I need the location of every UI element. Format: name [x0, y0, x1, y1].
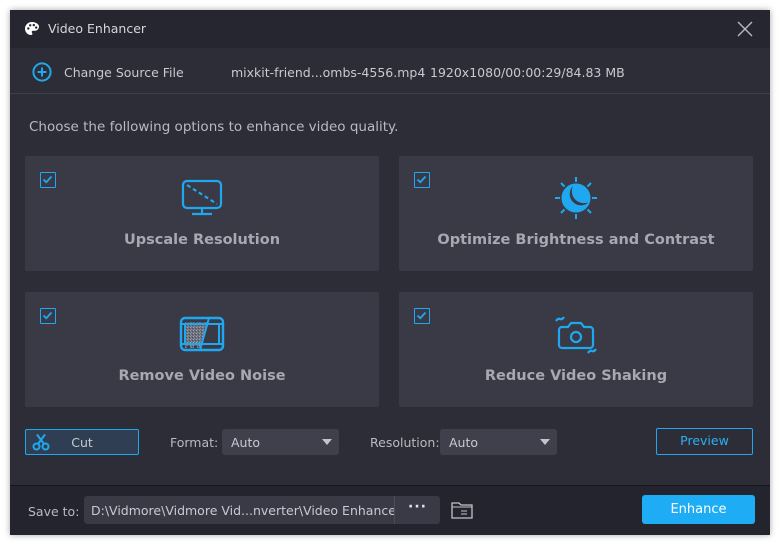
option-label: Optimize Brightness and Contrast [437, 232, 715, 248]
instruction-text: Choose the following options to enhance … [29, 119, 399, 135]
resolution-label: Resolution: [370, 435, 440, 450]
upscale-resolution-checkbox[interactable] [40, 172, 56, 188]
title-bar: Video Enhancer [10, 10, 770, 48]
chevron-down-icon [540, 439, 550, 445]
option-label: Reduce Video Shaking [484, 368, 668, 384]
preview-button[interactable]: Preview [656, 428, 753, 455]
change-source-file-button[interactable]: Change Source File [64, 65, 184, 80]
bottom-bar: Save to: D:\Vidmore\Vidmore Vid...nverte… [10, 485, 770, 535]
save-path-field[interactable]: D:\Vidmore\Vidmore Vid...nverter\Video E… [84, 496, 401, 524]
source-filename: mixkit-friend...ombs-4556.mp4 [231, 65, 426, 80]
save-path-value: D:\Vidmore\Vidmore Vid...nverter\Video E… [91, 503, 402, 518]
option-card-remove-video-noise[interactable]: Remove Video Noise [25, 292, 379, 407]
save-to-label: Save to: [28, 504, 80, 519]
reduce-video-shaking-checkbox[interactable] [414, 308, 430, 324]
format-label: Format: [170, 435, 219, 450]
option-label: Upscale Resolution [123, 232, 281, 248]
sun-contrast-icon [555, 177, 597, 219]
enhance-button[interactable]: Enhance [642, 495, 755, 524]
checkmark-icon [42, 311, 53, 320]
optimize-brightness-checkbox[interactable] [414, 172, 430, 188]
shaking-camera-icon [555, 316, 597, 354]
window-title: Video Enhancer [48, 21, 147, 36]
cut-button[interactable]: Cut [25, 429, 139, 455]
video-enhancer-window: Video Enhancer Change Source File mixkit… [10, 10, 770, 535]
checkmark-icon [416, 175, 427, 184]
close-icon[interactable] [736, 20, 754, 38]
film-noise-icon [179, 316, 225, 352]
chevron-down-icon [322, 439, 332, 445]
plus-circle-icon[interactable] [32, 62, 52, 82]
source-file-info: 1920x1080/00:00:29/84.83 MB [430, 65, 625, 80]
checkmark-icon [42, 175, 53, 184]
option-card-optimize-brightness[interactable]: Optimize Brightness and Contrast [399, 156, 753, 271]
resolution-value: Auto [449, 435, 479, 450]
palette-icon [25, 22, 39, 35]
option-card-reduce-video-shaking[interactable]: Reduce Video Shaking [399, 292, 753, 407]
source-file-row: Change Source File mixkit-friend...ombs-… [10, 48, 770, 94]
monitor-icon [181, 179, 223, 216]
remove-video-noise-checkbox[interactable] [40, 308, 56, 324]
cut-label: Cut [71, 435, 93, 450]
open-folder-icon[interactable] [450, 500, 474, 520]
format-select[interactable]: Auto [222, 429, 339, 455]
resolution-select[interactable]: Auto [440, 429, 557, 455]
browse-button[interactable]: ··· [394, 496, 440, 524]
format-value: Auto [231, 435, 261, 450]
option-card-upscale-resolution[interactable]: Upscale Resolution [25, 156, 379, 271]
checkmark-icon [416, 311, 427, 320]
option-label: Remove Video Noise [118, 368, 286, 384]
